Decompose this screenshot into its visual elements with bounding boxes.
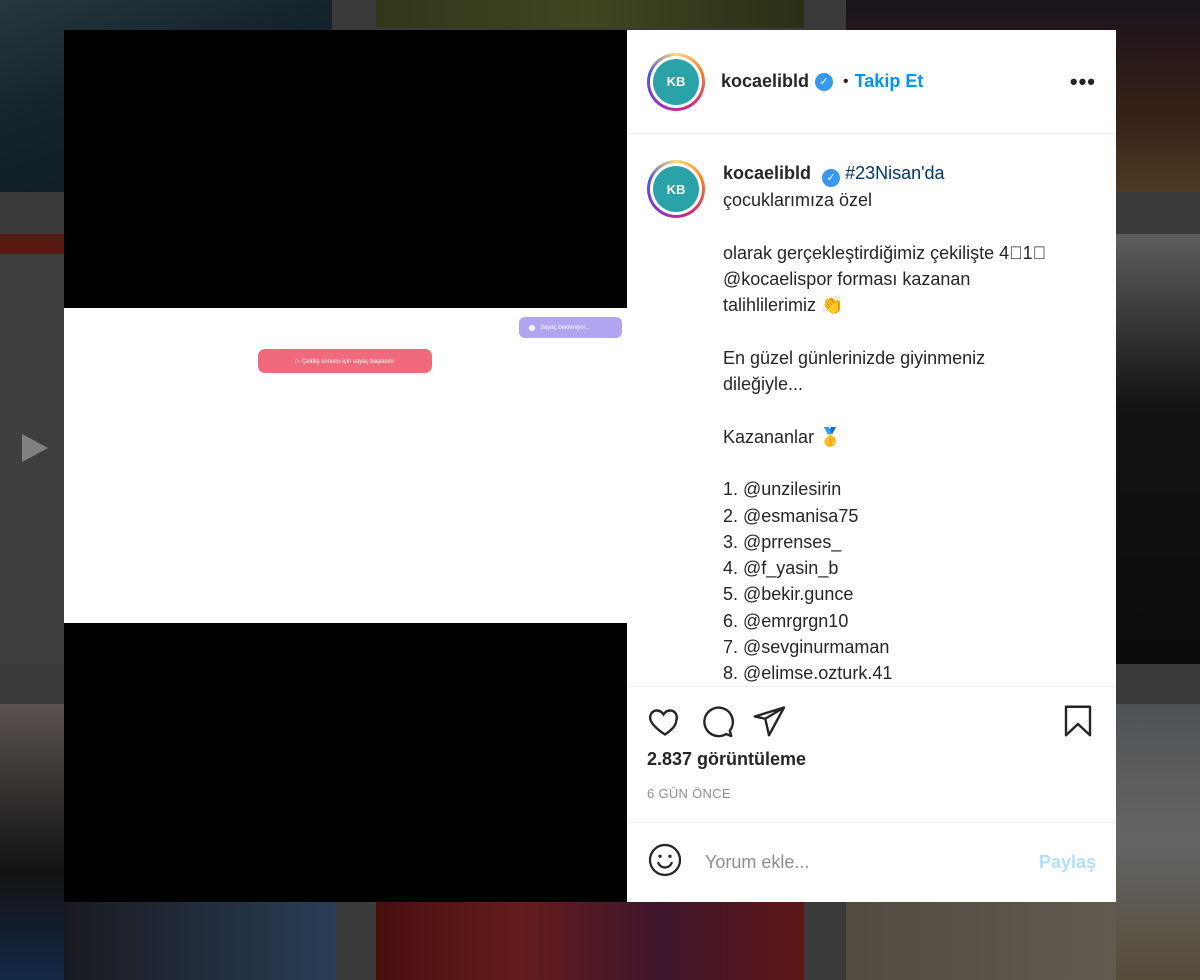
comment-icon[interactable] (699, 703, 735, 739)
grid-thumbnail-band (0, 234, 64, 254)
grid-thumbnail[interactable] (1116, 234, 1200, 664)
username-link[interactable]: kocaelibld (721, 71, 809, 92)
follow-button[interactable]: Takip Et (855, 71, 924, 92)
caption-line: çocuklarımıza özel (723, 190, 873, 210)
grid-thumbnail[interactable] (376, 0, 804, 28)
grid-thumbnail[interactable] (64, 902, 336, 980)
start-counter-button[interactable]: ▷ Çekiliş sonucu için sayaç başlasın! (258, 349, 432, 373)
caption-line: 3. @prrenses_ (723, 531, 842, 552)
view-count[interactable]: 2.837 görüntüleme (647, 749, 1096, 770)
caption-line: dileğiyle... (723, 374, 804, 395)
post-sidebar: KB kocaelibld ✓ • Takip Et ••• KB kocael… (627, 30, 1116, 902)
verified-icon: ✓ (815, 72, 834, 91)
grid-thumbnail[interactable] (1116, 704, 1200, 980)
caption-lines: çocuklarımıza özel olarak gerçekleştirdiğ… (723, 187, 1047, 686)
grid-thumbnail[interactable] (846, 902, 1116, 980)
post-modal: Sayaç bekleniyor... ▷ Çekiliş sonucu içi… (64, 30, 1116, 902)
caption-avatar[interactable]: KB (647, 160, 705, 218)
separator: • (843, 72, 849, 90)
counter-pill: Sayaç bekleniyor... (519, 317, 622, 338)
caption-line: 7. @sevginurmaman (723, 637, 890, 658)
post-timestamp[interactable]: 6 GÜN ÖNCE (647, 786, 1096, 801)
post-comment-button[interactable]: Paylaş (1039, 852, 1096, 873)
caption-line: 4. @f_yasin_b (723, 558, 839, 579)
caption-line: En güzel günlerinizde giyinmeniz (723, 347, 986, 368)
heart-icon[interactable] (647, 703, 683, 739)
caption-line: 2. @esmanisa75 (723, 505, 859, 526)
caption-line: @kocaelispor forması kazanan (723, 268, 971, 289)
post-header: KB kocaelibld ✓ • Takip Et ••• (627, 30, 1116, 134)
caption-text: kocaelibld ✓ #23Nisan'da çocuklarımıza ö… (723, 160, 1047, 686)
comment-bar: Yorum ekle... Paylaş (627, 822, 1116, 902)
video-player[interactable]: Sayaç bekleniyor... ▷ Çekiliş sonucu içi… (64, 30, 627, 902)
counter-label: Sayaç bekleniyor... (540, 324, 591, 331)
caption-line: 1. @unzilesirin (723, 479, 842, 500)
grid-thumbnail[interactable] (0, 704, 64, 980)
caption-line: 8. @elimse.ozturk.41 (723, 663, 893, 684)
caption-line: 6. @emrgrgn10 (723, 610, 849, 631)
avatar-logo: KB (653, 166, 699, 212)
post-actions: 2.837 görüntüleme 6 GÜN ÖNCE (627, 686, 1116, 801)
emoji-icon[interactable] (647, 842, 683, 883)
caption-line: olarak gerçekleştirdiğimiz çekilişte 4⃣1… (723, 242, 1047, 263)
hashtag-link[interactable]: #23Nisan'da (845, 163, 945, 183)
avatar[interactable]: KB (647, 52, 705, 111)
play-icon (22, 434, 48, 462)
bookmark-icon[interactable] (1060, 703, 1096, 739)
grid-thumbnail[interactable] (376, 902, 804, 980)
counter-dot (529, 324, 535, 331)
caption-area: KB kocaelibld ✓ #23Nisan'da çocuklarımız… (627, 134, 1116, 686)
video-frame: Sayaç bekleniyor... ▷ Çekiliş sonucu içi… (64, 308, 627, 623)
caption-line: Kazananlar 🥇 (723, 426, 842, 447)
comment-input[interactable]: Yorum ekle... (705, 852, 1039, 873)
avatar-logo: KB (653, 58, 699, 105)
caption-username[interactable]: kocaelibld (723, 163, 811, 183)
caption-line: talihlilerimiz 👏 (723, 295, 844, 316)
verified-icon: ✓ (822, 169, 841, 187)
share-icon[interactable] (751, 703, 787, 739)
more-options-icon[interactable]: ••• (1070, 69, 1096, 95)
caption-line: 5. @bekir.gunce (723, 584, 854, 605)
